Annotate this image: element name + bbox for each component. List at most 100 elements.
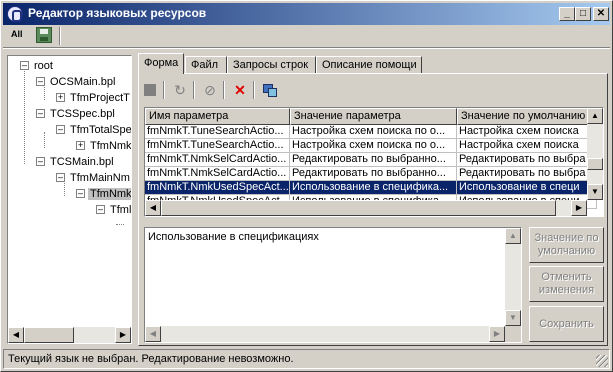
tree-node-label: OCSMain.bpl — [50, 76, 116, 88]
tree-node-label: root — [34, 60, 53, 72]
resize-grip-icon[interactable] — [596, 355, 608, 367]
collapse-icon[interactable]: – — [56, 125, 65, 134]
status-bar: Текущий язык не выбран. Редактирование н… — [3, 349, 610, 369]
save-button[interactable]: Сохранить — [529, 306, 604, 342]
main-toolbar: All — [3, 25, 610, 47]
tree-node[interactable]: – TfmTotalSpe — [52, 122, 131, 138]
tree-node-root[interactable]: – root — [16, 58, 55, 74]
grid-horizontal-scrollbar[interactable]: ◀ ▶ — [145, 200, 587, 216]
value-editor[interactable]: Использование в спецификациях ▲ ▼ ◀ ▶ — [144, 227, 522, 343]
tree-node-label: Tfml — [110, 204, 131, 216]
save-icon[interactable] — [36, 27, 52, 43]
status-text: Текущий язык не выбран. Редактирование н… — [8, 353, 294, 365]
collapse-icon[interactable]: – — [56, 173, 65, 182]
cell-default: Настройка схем поиска — [457, 125, 597, 139]
default-value-button[interactable]: Значение по умолчанию — [529, 227, 604, 263]
all-button[interactable]: All — [11, 29, 23, 39]
tab-file[interactable]: Файл — [185, 56, 227, 74]
tree-node[interactable]: + TfmProjectT — [52, 90, 131, 106]
cell-name: fmNmkT.TuneSearchActio... — [145, 139, 290, 153]
collapse-icon[interactable]: – — [36, 157, 45, 166]
cancel-icon[interactable]: ⊘ — [201, 81, 219, 99]
cell-default: Использование в специ — [457, 181, 597, 195]
scroll-down-icon[interactable]: ▼ — [505, 310, 521, 326]
tree-node-selected[interactable]: – TfmNmk — [72, 186, 131, 202]
scroll-right-icon[interactable]: ▶ — [115, 327, 131, 343]
scrollbar-thumb[interactable] — [587, 158, 603, 170]
cell-name: fmNmkT.TuneSearchActio... — [145, 125, 290, 139]
cell-value: Использование в специфика... — [290, 181, 457, 195]
collapse-icon[interactable]: – — [20, 61, 29, 70]
tab-string-requests[interactable]: Запросы строк — [227, 56, 316, 74]
tree-node-label: TfmNmk — [90, 140, 131, 152]
tree-node[interactable]: – Tfml — [92, 202, 131, 218]
stop-icon[interactable] — [141, 81, 159, 99]
column-header-default[interactable]: Значение по умолчанию — [457, 108, 597, 125]
toolbar-separator — [223, 81, 225, 99]
cell-value: Настройка схем поиска по о... — [290, 125, 457, 139]
cell-default: Редактировать по выбра — [457, 167, 597, 181]
tab-form[interactable]: Форма — [138, 53, 184, 74]
scroll-left-icon[interactable]: ◀ — [8, 327, 24, 343]
editor-vertical-scrollbar[interactable]: ▲ ▼ — [505, 228, 521, 326]
scroll-left-icon[interactable]: ◀ — [145, 200, 161, 216]
tab-help-description[interactable]: Описание помощи — [316, 56, 422, 74]
tree-node[interactable]: – TCSMain.bpl — [32, 154, 116, 170]
tree-node[interactable]: – TCSSpec.bpl — [32, 106, 117, 122]
scroll-up-icon[interactable]: ▲ — [587, 108, 603, 124]
undo-changes-label: Отменить изменения — [538, 271, 595, 296]
cell-value: Настройка схем поиска по о... — [290, 139, 457, 153]
minimize-button[interactable]: _ — [559, 7, 575, 21]
column-header-value[interactable]: Значение параметра — [290, 108, 457, 125]
tree-node[interactable]: – OCSMain.bpl — [32, 74, 117, 90]
cell-name: fmNmkT.NmkSelCardActio... — [145, 167, 290, 181]
resource-tree[interactable]: – root – OCSMain.bpl + TfmProjectT – TCS… — [7, 55, 132, 344]
grid-vertical-scrollbar[interactable]: ▲ ▼ — [587, 108, 603, 200]
expand-icon[interactable]: + — [76, 141, 85, 150]
tree-node-label: TCSMain.bpl — [50, 156, 114, 168]
toolbar-separator — [193, 81, 195, 99]
undo-changes-button[interactable]: Отменить изменения — [529, 266, 604, 302]
main-window: Редактор языковых ресурсов _ □ ✕ All – r… — [0, 0, 613, 372]
collapse-icon[interactable]: – — [76, 189, 85, 198]
tree-node[interactable]: + TfmNmk — [72, 138, 131, 154]
editor-horizontal-scrollbar[interactable]: ◀ ▶ — [145, 326, 505, 342]
tree-horizontal-scrollbar[interactable]: ◀ ▶ — [8, 327, 131, 343]
collapse-icon[interactable]: – — [36, 109, 45, 118]
scrollbar-thumb[interactable] — [24, 327, 74, 343]
delete-icon[interactable]: ✕ — [231, 81, 249, 99]
toolbar-separator — [163, 81, 165, 99]
tree-node-label: TfmProjectT — [70, 92, 130, 104]
cell-value: Редактировать по выбранно... — [290, 153, 457, 167]
scroll-left-icon[interactable]: ◀ — [145, 326, 161, 342]
column-header-name[interactable]: Имя параметра — [145, 108, 290, 125]
tree-line — [44, 132, 45, 148]
value-editor-text: Использование в спецификациях — [148, 231, 319, 243]
toolbar-divider — [3, 47, 610, 49]
collapse-icon[interactable]: – — [36, 77, 45, 86]
tree-line — [116, 224, 124, 225]
tree-node-label: TfmTotalSpe — [70, 124, 131, 136]
window-title: Редактор языковых ресурсов — [28, 6, 207, 20]
tree-node-label: TCSSpec.bpl — [50, 108, 115, 120]
close-button[interactable]: ✕ — [593, 7, 609, 21]
scrollbar-corner — [505, 326, 521, 342]
refresh-icon[interactable]: ↻ — [171, 81, 189, 99]
app-icon — [7, 6, 23, 22]
tree-node[interactable]: – TfmMainNm — [52, 170, 131, 186]
scroll-down-icon[interactable]: ▼ — [587, 184, 603, 200]
find-icon[interactable] — [261, 81, 279, 99]
tree-node-label: TfmNmk — [88, 188, 131, 200]
cell-value: Редактировать по выбранно... — [290, 167, 457, 181]
parameters-grid[interactable]: Имя параметра Значение параметра Значени… — [144, 107, 604, 217]
scroll-up-icon[interactable]: ▲ — [505, 228, 521, 244]
panel-splitter[interactable] — [132, 55, 136, 346]
title-bar[interactable]: Редактор языковых ресурсов _ □ ✕ — [3, 3, 610, 25]
expand-icon[interactable]: + — [56, 93, 65, 102]
scrollbar-thumb[interactable] — [161, 200, 556, 216]
maximize-button[interactable]: □ — [575, 7, 591, 21]
collapse-icon[interactable]: – — [96, 205, 105, 214]
toolbar-separator — [253, 81, 255, 99]
scroll-right-icon[interactable]: ▶ — [489, 326, 505, 342]
scroll-right-icon[interactable]: ▶ — [571, 200, 587, 216]
